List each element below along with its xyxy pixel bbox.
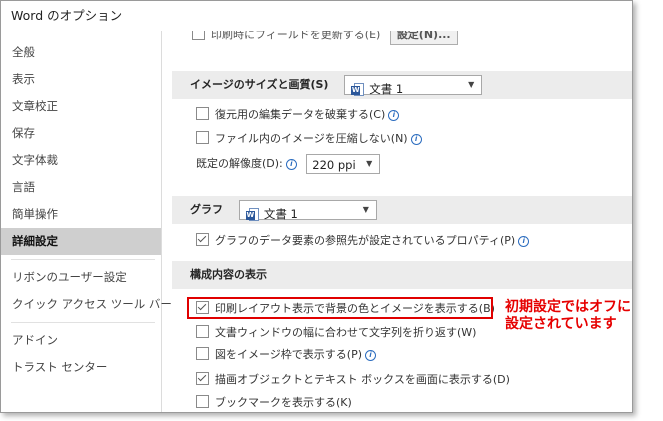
discard-edit-data-checkbox[interactable] <box>196 107 209 120</box>
chevron-down-icon: ▼ <box>468 80 475 89</box>
word-document-icon: W <box>245 208 260 221</box>
wrap-text-row: 文書ウィンドウの幅に合わせて文字列を折り返す(W) <box>196 323 476 343</box>
sidebar-item-quick-access-toolbar[interactable]: クイック アクセス ツール バー <box>1 291 172 318</box>
sidebar-item-accessibility[interactable]: 簡単操作 <box>1 201 161 228</box>
picture-placeholders-checkbox[interactable] <box>196 347 209 360</box>
sidebar: 全般 表示 文章校正 保存 文字体裁 言語 簡単操作 詳細設定 リボンのユーザー… <box>1 31 172 412</box>
info-icon[interactable]: i <box>365 350 376 361</box>
sidebar-item-general[interactable]: 全般 <box>1 39 161 66</box>
bookmarks-row: ブックマークを表示する(K) <box>196 393 352 412</box>
sidebar-item-customize-ribbon[interactable]: リボンのユーザー設定 <box>1 264 161 291</box>
annotation-line-2: 設定されています <box>505 316 617 332</box>
sidebar-item-addins[interactable]: アドイン <box>1 327 161 354</box>
print-update-fields-label: 印刷時にフィールドを更新する(E) <box>211 31 381 41</box>
no-compress-images-checkbox[interactable] <box>196 131 209 144</box>
image-document-value: 文書 1 <box>369 82 404 96</box>
graph-section-header: グラフ W 文書 1 ▼ <box>172 196 632 224</box>
image-size-section-header: イメージのサイズと画質(S) W 文書 1 ▼ <box>172 71 632 99</box>
graph-data-reference-row: グラフのデータ要素の参照先が設定されているプロパティ(P) i <box>196 231 530 251</box>
sidebar-item-display[interactable]: 表示 <box>1 66 161 93</box>
sidebar-item-trust-center[interactable]: トラスト センター <box>1 354 161 381</box>
default-resolution-label: 既定の解像度(D): <box>196 157 283 170</box>
display-section-title: 構成内容の表示 <box>190 268 267 281</box>
options-content: 印刷時にフィールドを更新する(E) 設定(N)... イメージのサイズと画質(S… <box>162 31 632 412</box>
sidebar-item-advanced[interactable]: 詳細設定 <box>1 228 161 255</box>
chevron-down-icon: ▼ <box>366 159 373 168</box>
sidebar-divider <box>11 259 155 260</box>
sidebar-item-typography[interactable]: 文字体裁 <box>1 147 161 174</box>
sidebar-divider <box>11 322 155 323</box>
display-section-header: 構成内容の表示 <box>172 261 632 289</box>
resolution-dropdown[interactable]: 220 ppi ▼ <box>306 154 381 174</box>
default-resolution-row: 既定の解像度(D): i 220 ppi ▼ <box>196 153 381 175</box>
discard-edit-data-row: 復元用の編集データを破棄する(C) i <box>196 105 400 125</box>
info-icon[interactable]: i <box>388 110 400 121</box>
graph-section-title: グラフ <box>190 203 223 216</box>
bookmarks-label: ブックマークを表示する(K) <box>215 396 352 409</box>
highlight-box <box>187 297 493 319</box>
picture-placeholders-row: 図をイメージ枠で表示する(P) i <box>196 345 376 365</box>
window-title: Word のオプション <box>11 8 123 23</box>
graph-document-value: 文書 1 <box>263 207 298 221</box>
sidebar-item-language[interactable]: 言語 <box>1 174 161 201</box>
bookmarks-checkbox[interactable] <box>196 395 209 408</box>
word-document-icon: W <box>351 83 365 96</box>
wrap-text-label: 文書ウィンドウの幅に合わせて文字列を折り返す(W) <box>215 326 477 339</box>
annotation-line-1: 初期設定ではオフに <box>505 299 631 315</box>
chevron-down-icon: ▼ <box>362 205 369 214</box>
resolution-value: 220 ppi <box>312 158 356 172</box>
image-document-dropdown[interactable]: W 文書 1 ▼ <box>344 75 483 96</box>
no-compress-images-row: ファイル内のイメージを圧縮しない(N) i <box>196 129 422 149</box>
drawings-textboxes-checkbox[interactable] <box>196 372 209 385</box>
drawings-textboxes-label: 描画オブジェクトとテキスト ボックスを画面に表示する(D) <box>215 373 510 386</box>
picture-placeholders-label: 図をイメージ枠で表示する(P) <box>215 348 362 361</box>
info-icon[interactable]: i <box>285 159 297 170</box>
sidebar-item-proofing[interactable]: 文章校正 <box>1 93 161 120</box>
discard-edit-data-label: 復元用の編集データを破棄する(C) <box>215 108 386 121</box>
drawings-textboxes-row: 描画オブジェクトとテキスト ボックスを画面に表示する(D) <box>196 370 510 390</box>
image-size-section-title: イメージのサイズと画質(S) <box>190 78 329 91</box>
no-compress-images-label: ファイル内のイメージを圧縮しない(N) <box>215 132 408 145</box>
annotation-callout: 初期設定ではオフに 設定されています <box>505 299 631 333</box>
options-dialog: Word のオプション 全般 表示 文章校正 保存 文字体裁 言語 簡単操作 詳… <box>0 0 633 413</box>
print-update-fields-row: 印刷時にフィールドを更新する(E) 設定(N)... <box>192 31 458 45</box>
graph-data-reference-label: グラフのデータ要素の参照先が設定されているプロパティ(P) <box>215 234 516 247</box>
info-icon[interactable]: i <box>518 236 530 247</box>
info-icon[interactable]: i <box>410 134 422 145</box>
graph-document-dropdown[interactable]: W 文書 1 ▼ <box>238 200 377 221</box>
print-update-fields-checkbox[interactable] <box>192 31 205 40</box>
sidebar-item-save[interactable]: 保存 <box>1 120 161 147</box>
graph-data-reference-checkbox[interactable] <box>196 233 209 246</box>
settings-button[interactable]: 設定(N)... <box>389 31 458 45</box>
wrap-text-checkbox[interactable] <box>196 325 209 338</box>
